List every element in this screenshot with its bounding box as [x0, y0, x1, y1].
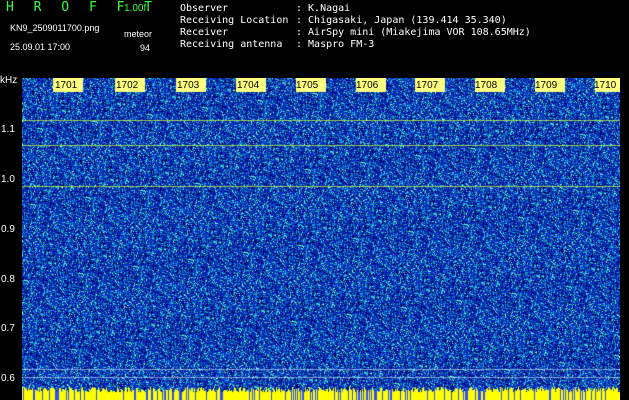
y-tick-label: 1.1	[1, 124, 15, 135]
x-tick-label: 1701	[55, 80, 78, 91]
x-tick-label: 1702	[116, 80, 139, 91]
antenna-label: Receiving antenna	[180, 39, 283, 50]
y-tick-label: 0.8	[1, 274, 15, 285]
x-tick-label: 1708	[475, 80, 498, 91]
meteor-count: 94	[140, 43, 151, 53]
observer-value: : K.Nagai	[296, 3, 351, 14]
x-tick-label: 1705	[296, 80, 319, 91]
datetime-label: 25.09.01 17:00	[10, 42, 71, 52]
spectrogram-plot[interactable]	[22, 78, 620, 400]
observer-label: Observer	[180, 3, 229, 14]
receiver-value: : AirSpy mini (Miakejima VOR 108.65MHz)	[296, 27, 531, 38]
version-label: 1.00f	[124, 3, 147, 14]
antenna-value: : Maspro FM-3	[296, 39, 375, 50]
x-tick-label: 1709	[535, 80, 558, 91]
x-tick-label: 1703	[177, 80, 200, 91]
y-axis-unit: kHz	[0, 75, 18, 86]
location-label: Receiving Location	[180, 15, 289, 26]
x-tick-label: 1706	[356, 80, 379, 91]
y-tick-label: 0.6	[1, 373, 15, 384]
y-tick-label: 1.0	[1, 174, 15, 185]
y-tick-label: 0.7	[1, 323, 15, 334]
location-value: : Chigasaki, Japan (139.414 35.340)	[296, 15, 507, 26]
y-tick-label: 0.9	[1, 224, 15, 235]
x-tick-label: 1710	[594, 80, 617, 91]
meteor-label: meteor	[124, 29, 153, 39]
receiver-label: Receiver	[180, 27, 229, 38]
x-tick-label: 1707	[416, 80, 439, 91]
x-tick-label: 1704	[237, 80, 260, 91]
filename-label: KN9_2509011700.png	[10, 23, 100, 33]
